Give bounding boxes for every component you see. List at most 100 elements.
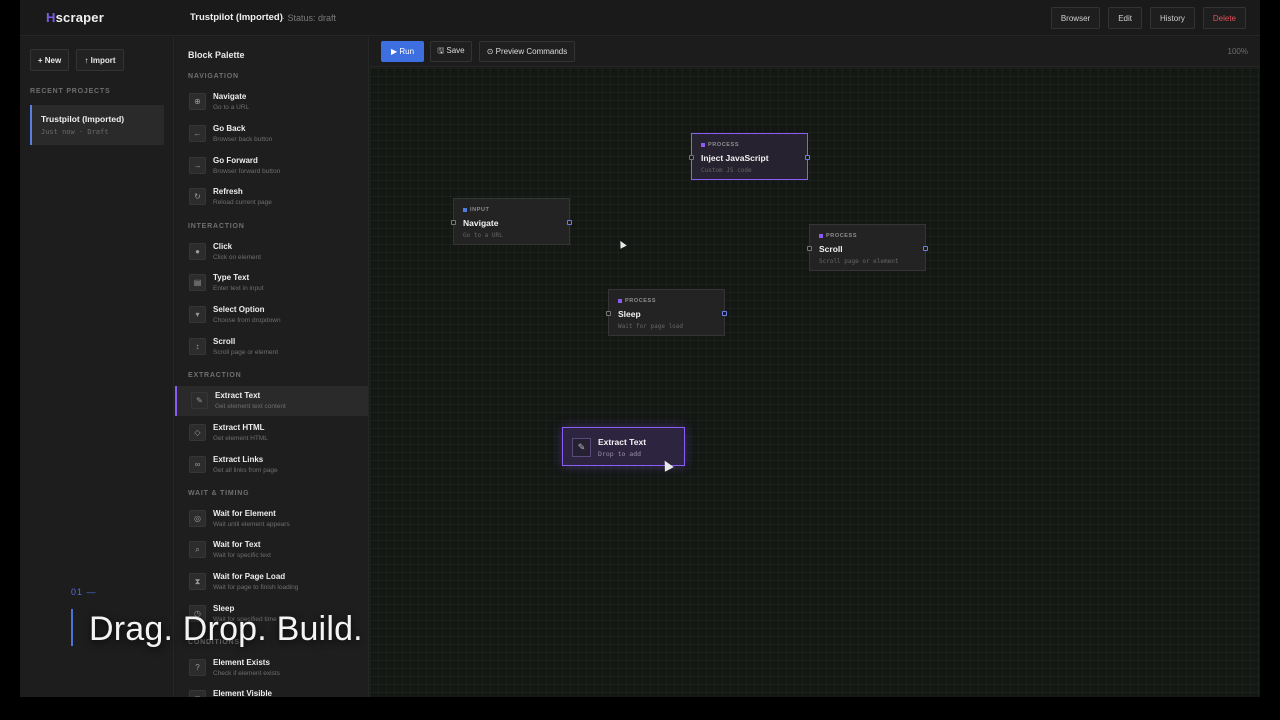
- block-description: Browser back button: [213, 136, 273, 143]
- hourglass-icon: ⧗: [189, 573, 206, 590]
- node-output-port[interactable]: [722, 311, 727, 316]
- target-icon: ◎: [189, 510, 206, 527]
- section-interaction: INTERACTION: [188, 223, 245, 230]
- eye-icon: ◉: [189, 690, 206, 697]
- zoom-level[interactable]: 100%: [1228, 47, 1248, 56]
- project-title: Trustpilot (Imported): [190, 12, 283, 23]
- node-output-port[interactable]: [805, 155, 810, 160]
- project-status: · Status: draft: [282, 13, 337, 23]
- top-actions: Browser Edit History Delete: [1050, 7, 1246, 29]
- import-button[interactable]: ↑ Import: [76, 49, 124, 71]
- palette-block-extract-links[interactable]: ∞ Extract Links Get all links from page: [175, 450, 368, 480]
- mouse-cursor-idle: [617, 239, 627, 249]
- palette-block-wait-for-text[interactable]: ⌕ Wait for Text Wait for specific text: [175, 535, 368, 565]
- section-navigation: NAVIGATION: [188, 73, 239, 80]
- drag-ghost-subtitle: Drop to add: [598, 450, 642, 458]
- section-extraction: EXTRACTION: [188, 372, 242, 379]
- block-description: Get element HTML: [213, 435, 268, 442]
- node-output-port[interactable]: [567, 220, 572, 225]
- palette-block-click[interactable]: ● Click Click on element: [175, 237, 368, 267]
- block-name: Go Back: [213, 124, 246, 133]
- caption-step: 01 —: [71, 587, 97, 597]
- palette-block-extract-text[interactable]: ✎ Extract Text Get element text content: [175, 386, 368, 416]
- block-name: Type Text: [213, 273, 250, 282]
- block-description: Enter text in input: [213, 285, 264, 292]
- block-description: Wait until element appears: [213, 521, 290, 528]
- caption-accent-bar: [71, 609, 73, 646]
- block-description: Go to a URL: [213, 104, 250, 111]
- app-logo[interactable]: Hscraper: [46, 10, 104, 25]
- block-name: Wait for Element: [213, 509, 276, 518]
- node-subtitle: Wait for page load: [618, 323, 684, 330]
- node-input-port[interactable]: [807, 246, 812, 251]
- block-description: Reload current page: [213, 199, 272, 206]
- canvas-node-scroll[interactable]: PROCESS Scroll Scroll page or element: [807, 224, 928, 271]
- recent-projects-label: RECENT PROJECTS: [30, 88, 111, 95]
- palette-block-go-back[interactable]: ← Go Back Browser back button: [175, 119, 368, 149]
- palette-block-type-text[interactable]: ▤ Type Text Enter text in input: [175, 268, 368, 298]
- block-name: Wait for Page Load: [213, 572, 286, 581]
- node-type-tag: INPUT: [463, 207, 490, 213]
- recent-project-item[interactable]: Trustpilot (Imported) Just now · Draft: [30, 105, 164, 145]
- node-type-dot: [618, 299, 622, 303]
- history-button[interactable]: History: [1149, 7, 1195, 29]
- palette-block-select-option[interactable]: ▾ Select Option Choose from dropdown: [175, 300, 368, 330]
- node-type-label: PROCESS: [625, 298, 657, 304]
- preview-commands-button[interactable]: ⊙ Preview Commands: [479, 41, 575, 62]
- node-input-port[interactable]: [689, 155, 694, 160]
- edit-button[interactable]: Edit: [1108, 7, 1142, 29]
- drag-ghost-title: Extract Text: [598, 437, 647, 447]
- block-description: Get element text content: [215, 403, 286, 410]
- logo-text: scraper: [55, 10, 104, 25]
- block-description: Scroll page or element: [213, 349, 279, 356]
- scroll-icon: ↕: [189, 338, 206, 355]
- block-name: Extract Links: [213, 455, 264, 464]
- block-name: Element Exists: [213, 658, 270, 667]
- flow-canvas[interactable]: INPUT Navigate Go to a URL PROCESS Inject Ja…: [370, 68, 1260, 697]
- node-subtitle: Go to a URL: [463, 232, 503, 239]
- canvas-toolbar: ▶ Run 🖫 Save ⊙ Preview Commands 100%: [370, 37, 1260, 67]
- block-name: Wait for Text: [213, 540, 261, 549]
- link-icon: ∞: [189, 456, 206, 473]
- palette-block-extract-html[interactable]: ◇ Extract HTML Get element HTML: [175, 418, 368, 448]
- palette-block-element-visible[interactable]: ◉ Element Visible: [175, 684, 368, 697]
- block-name: Navigate: [213, 92, 247, 101]
- canvas-node-navigate[interactable]: INPUT Navigate Go to a URL: [451, 198, 572, 245]
- code-icon: ◇: [189, 424, 206, 441]
- block-name: Refresh: [213, 187, 243, 196]
- delete-button[interactable]: Delete: [1202, 7, 1246, 29]
- node-output-port[interactable]: [923, 246, 928, 251]
- node-type-tag: PROCESS: [701, 142, 739, 148]
- palette-block-wait-for-element[interactable]: ◎ Wait for Element Wait until element appe…: [175, 504, 368, 534]
- block-palette: Block Palette NAVIGATION INTERACTION EXT…: [175, 37, 369, 697]
- palette-block-element-exists[interactable]: ? Element Exists Check if element exists: [175, 653, 368, 683]
- node-type-dot: [463, 208, 467, 212]
- dropdown-icon: ▾: [189, 306, 206, 323]
- palette-block-scroll[interactable]: ↕ Scroll Scroll page or element: [175, 332, 368, 362]
- click-icon: ●: [189, 243, 206, 260]
- node-input-port[interactable]: [606, 311, 611, 316]
- palette-block-wait-for-page-load[interactable]: ⧗ Wait for Page Load Wait for page to fini…: [175, 567, 368, 597]
- block-description: Wait for page to finish loading: [213, 584, 299, 591]
- run-button[interactable]: ▶ Run: [381, 41, 424, 62]
- node-title: Inject JavaScript: [701, 153, 769, 163]
- browser-button[interactable]: Browser: [1050, 7, 1101, 29]
- palette-block-go-forward[interactable]: → Go Forward Browser forward button: [175, 151, 368, 181]
- new-project-button[interactable]: + New: [30, 49, 69, 71]
- palette-title: Block Palette: [188, 50, 245, 60]
- caption-headline: Drag. Drop. Build.: [89, 610, 363, 648]
- node-type-tag: PROCESS: [819, 233, 857, 239]
- question-icon: ?: [189, 659, 206, 676]
- save-button[interactable]: 🖫 Save: [430, 41, 472, 62]
- block-description: Choose from dropdown: [213, 317, 281, 324]
- palette-block-refresh[interactable]: ↻ Refresh Reload current page: [175, 182, 368, 212]
- block-name: Click: [213, 242, 233, 251]
- canvas-node-sleep[interactable]: PROCESS Sleep Wait for page load: [606, 289, 727, 336]
- palette-block-navigate[interactable]: ⊕ Navigate Go to a URL: [175, 87, 368, 117]
- globe-icon: ⊕: [189, 93, 206, 110]
- block-description: Browser forward button: [213, 168, 281, 175]
- block-description: Get all links from page: [213, 467, 278, 474]
- canvas-node-inject-javascript[interactable]: PROCESS Inject JavaScript Custom JS code: [689, 133, 810, 180]
- block-name: Go Forward: [213, 156, 258, 165]
- node-input-port[interactable]: [451, 220, 456, 225]
